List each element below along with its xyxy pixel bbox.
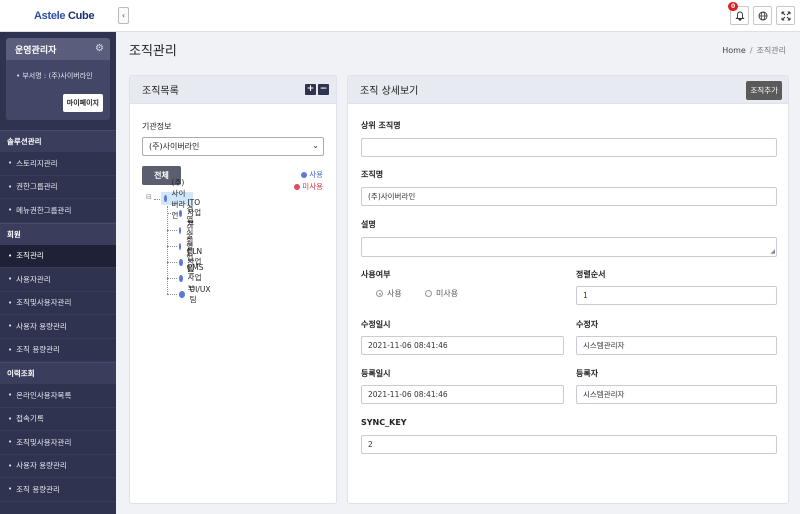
- modified-at-field: 2021-11-06 08:41:46: [361, 336, 564, 355]
- expand-all-button[interactable]: +: [305, 84, 316, 95]
- notification-badge: 0: [728, 2, 739, 11]
- status-dot-icon: [179, 210, 183, 217]
- chevron-down-icon: ⌄: [312, 141, 319, 150]
- sidebar-item-storage[interactable]: 스토리지관리: [0, 152, 116, 176]
- tree-node-child[interactable]: PMS사업부: [179, 263, 207, 293]
- legend-unuse: 미사용: [294, 181, 323, 192]
- sidebar-item-org-quota[interactable]: 조직 용량관리: [0, 339, 116, 362]
- admin-profile-card: 운영관리자 ⚙ • 부서명 : (주)사이버라인 마이페이지: [6, 38, 110, 120]
- sync-key-field[interactable]: 2: [361, 435, 777, 454]
- app-logo[interactable]: Astele Cube: [34, 10, 95, 22]
- sidebar-item-org-quota-history[interactable]: 조직 용량관리: [0, 478, 116, 502]
- creator-label: 등록자: [576, 369, 599, 378]
- sidebar-collapse-button[interactable]: ‹: [118, 7, 129, 24]
- status-dot-icon: [179, 259, 183, 266]
- org-name-label: 조직명: [361, 170, 384, 179]
- sort-order-field[interactable]: 1: [576, 286, 777, 305]
- add-org-button[interactable]: 조직추가: [746, 81, 782, 100]
- department-label: • 부서명 : (주)사이버라인: [16, 72, 93, 80]
- page-title: 조직관리: [129, 44, 177, 59]
- tree-connector: [167, 206, 168, 294]
- breadcrumb-current: 조직관리: [756, 46, 786, 55]
- mypage-button[interactable]: 마이페이지: [62, 94, 103, 112]
- sidebar: Astele Cube 운영관리자 ⚙ • 부서명 : (주)사이버라인 마이페…: [0, 0, 116, 514]
- status-dot-icon: [179, 291, 185, 298]
- use-dot-icon: [301, 171, 308, 178]
- tree-connector: [167, 278, 177, 279]
- org-list-title: 조직목록: [142, 86, 179, 97]
- menu-section-member[interactable]: 회원: [0, 222, 116, 245]
- fullscreen-icon: [781, 11, 790, 20]
- sidebar-menu: 솔루션관리 스토리지관리 권한그룹관리 메뉴권한그룹관리 회원 조직관리 사용자…: [0, 130, 116, 502]
- sort-order-label: 정렬순서: [576, 270, 606, 279]
- status-dot-icon: [179, 227, 182, 234]
- resize-handle-icon[interactable]: ◢: [770, 249, 775, 255]
- tree-collapse-icon[interactable]: ⊟: [146, 193, 152, 201]
- modified-at-label: 수정일시: [361, 320, 391, 329]
- sidebar-item-permission-group[interactable]: 권한그룹관리: [0, 176, 116, 199]
- collapse-all-button[interactable]: −: [318, 84, 329, 95]
- org-info-label: 기관정보: [142, 122, 172, 131]
- org-name-field[interactable]: (주)사이버라인: [361, 187, 777, 206]
- menu-section-solution[interactable]: 솔루션관리: [0, 130, 116, 152]
- minus-icon: −: [319, 84, 328, 94]
- menu-section-history[interactable]: 이력조회: [0, 362, 116, 384]
- status-dot-icon: [164, 195, 167, 202]
- org-list-panel: 조직목록 + − 기관정보 (주)사이버라인 ⌄ 전체 사용 미사용 ⊟ (주)…: [129, 75, 337, 504]
- bell-icon: [734, 11, 745, 21]
- unuse-dot-icon: [294, 183, 301, 190]
- logo-bar: Astele Cube: [0, 0, 116, 32]
- sync-key-label: SYNC_KEY: [361, 418, 407, 427]
- tree-connector: [167, 230, 177, 231]
- topbar: ‹ 0: [116, 0, 800, 32]
- creator-field: 시스템관리자: [576, 385, 777, 404]
- description-textarea[interactable]: ◢: [361, 237, 777, 257]
- sidebar-item-access-log[interactable]: 접속기록: [0, 408, 116, 431]
- notification-button[interactable]: 0: [728, 2, 749, 25]
- sidebar-item-menu-permission-group[interactable]: 메뉴권한그룹관리: [0, 199, 116, 223]
- created-at-field: 2021-11-06 08:41:46: [361, 385, 564, 404]
- globe-icon: [758, 11, 767, 20]
- status-dot-icon: [179, 275, 183, 282]
- org-list-header: 조직목록 + −: [130, 76, 336, 104]
- plus-icon: +: [306, 84, 315, 94]
- parent-org-label: 상위 조직명: [361, 121, 401, 130]
- use-status-label: 사용여부: [361, 270, 391, 279]
- org-detail-header: 조직 상세보기 조직추가: [348, 76, 788, 104]
- org-detail-title: 조직 상세보기: [360, 86, 419, 97]
- org-select-value: (주)사이버라인: [149, 142, 200, 151]
- sidebar-item-online-users[interactable]: 온라인사용자목록: [0, 384, 116, 408]
- org-detail-panel: 조직 상세보기 조직추가 상위 조직명 조직명 (주)사이버라인 설명 ◢ 사용…: [347, 75, 789, 504]
- breadcrumb: Home / 조직관리: [722, 45, 786, 56]
- tree-connector: [167, 262, 177, 263]
- chevron-left-icon: ‹: [121, 11, 126, 20]
- unuse-radio[interactable]: 미사용: [425, 288, 458, 299]
- sidebar-item-org-user-management[interactable]: 조직및사용자관리: [0, 292, 116, 315]
- description-label: 설명: [361, 220, 376, 229]
- sidebar-item-org-management[interactable]: 조직관리: [0, 244, 116, 268]
- fullscreen-button[interactable]: [776, 6, 795, 25]
- sidebar-item-user-quota-history[interactable]: 사용자 용량관리: [0, 455, 116, 478]
- status-dot-icon: [179, 243, 182, 250]
- parent-org-field[interactable]: [361, 138, 777, 157]
- radio-icon: [376, 290, 383, 297]
- sidebar-item-user-management[interactable]: 사용자관리: [0, 268, 116, 292]
- breadcrumb-separator: /: [749, 46, 753, 55]
- tree-connector: [167, 213, 177, 214]
- use-radio[interactable]: 사용: [376, 288, 402, 299]
- radio-icon: [425, 290, 432, 297]
- tree-connector: [167, 294, 177, 295]
- breadcrumb-home[interactable]: Home: [722, 46, 746, 55]
- tree-node-child[interactable]: UI/UX팀: [179, 285, 212, 304]
- sidebar-item-user-quota[interactable]: 사용자 용량관리: [0, 315, 116, 339]
- modifier-field: 시스템관리자: [576, 336, 777, 355]
- modifier-label: 수정자: [576, 320, 599, 329]
- language-button[interactable]: [753, 6, 772, 25]
- org-select[interactable]: (주)사이버라인 ⌄: [142, 137, 324, 156]
- legend-use: 사용: [301, 169, 323, 180]
- created-at-label: 등록일시: [361, 369, 391, 378]
- tree-connector: [167, 246, 177, 247]
- sidebar-item-org-user-history[interactable]: 조직및사용자관리: [0, 431, 116, 455]
- gear-icon[interactable]: ⚙: [95, 43, 104, 54]
